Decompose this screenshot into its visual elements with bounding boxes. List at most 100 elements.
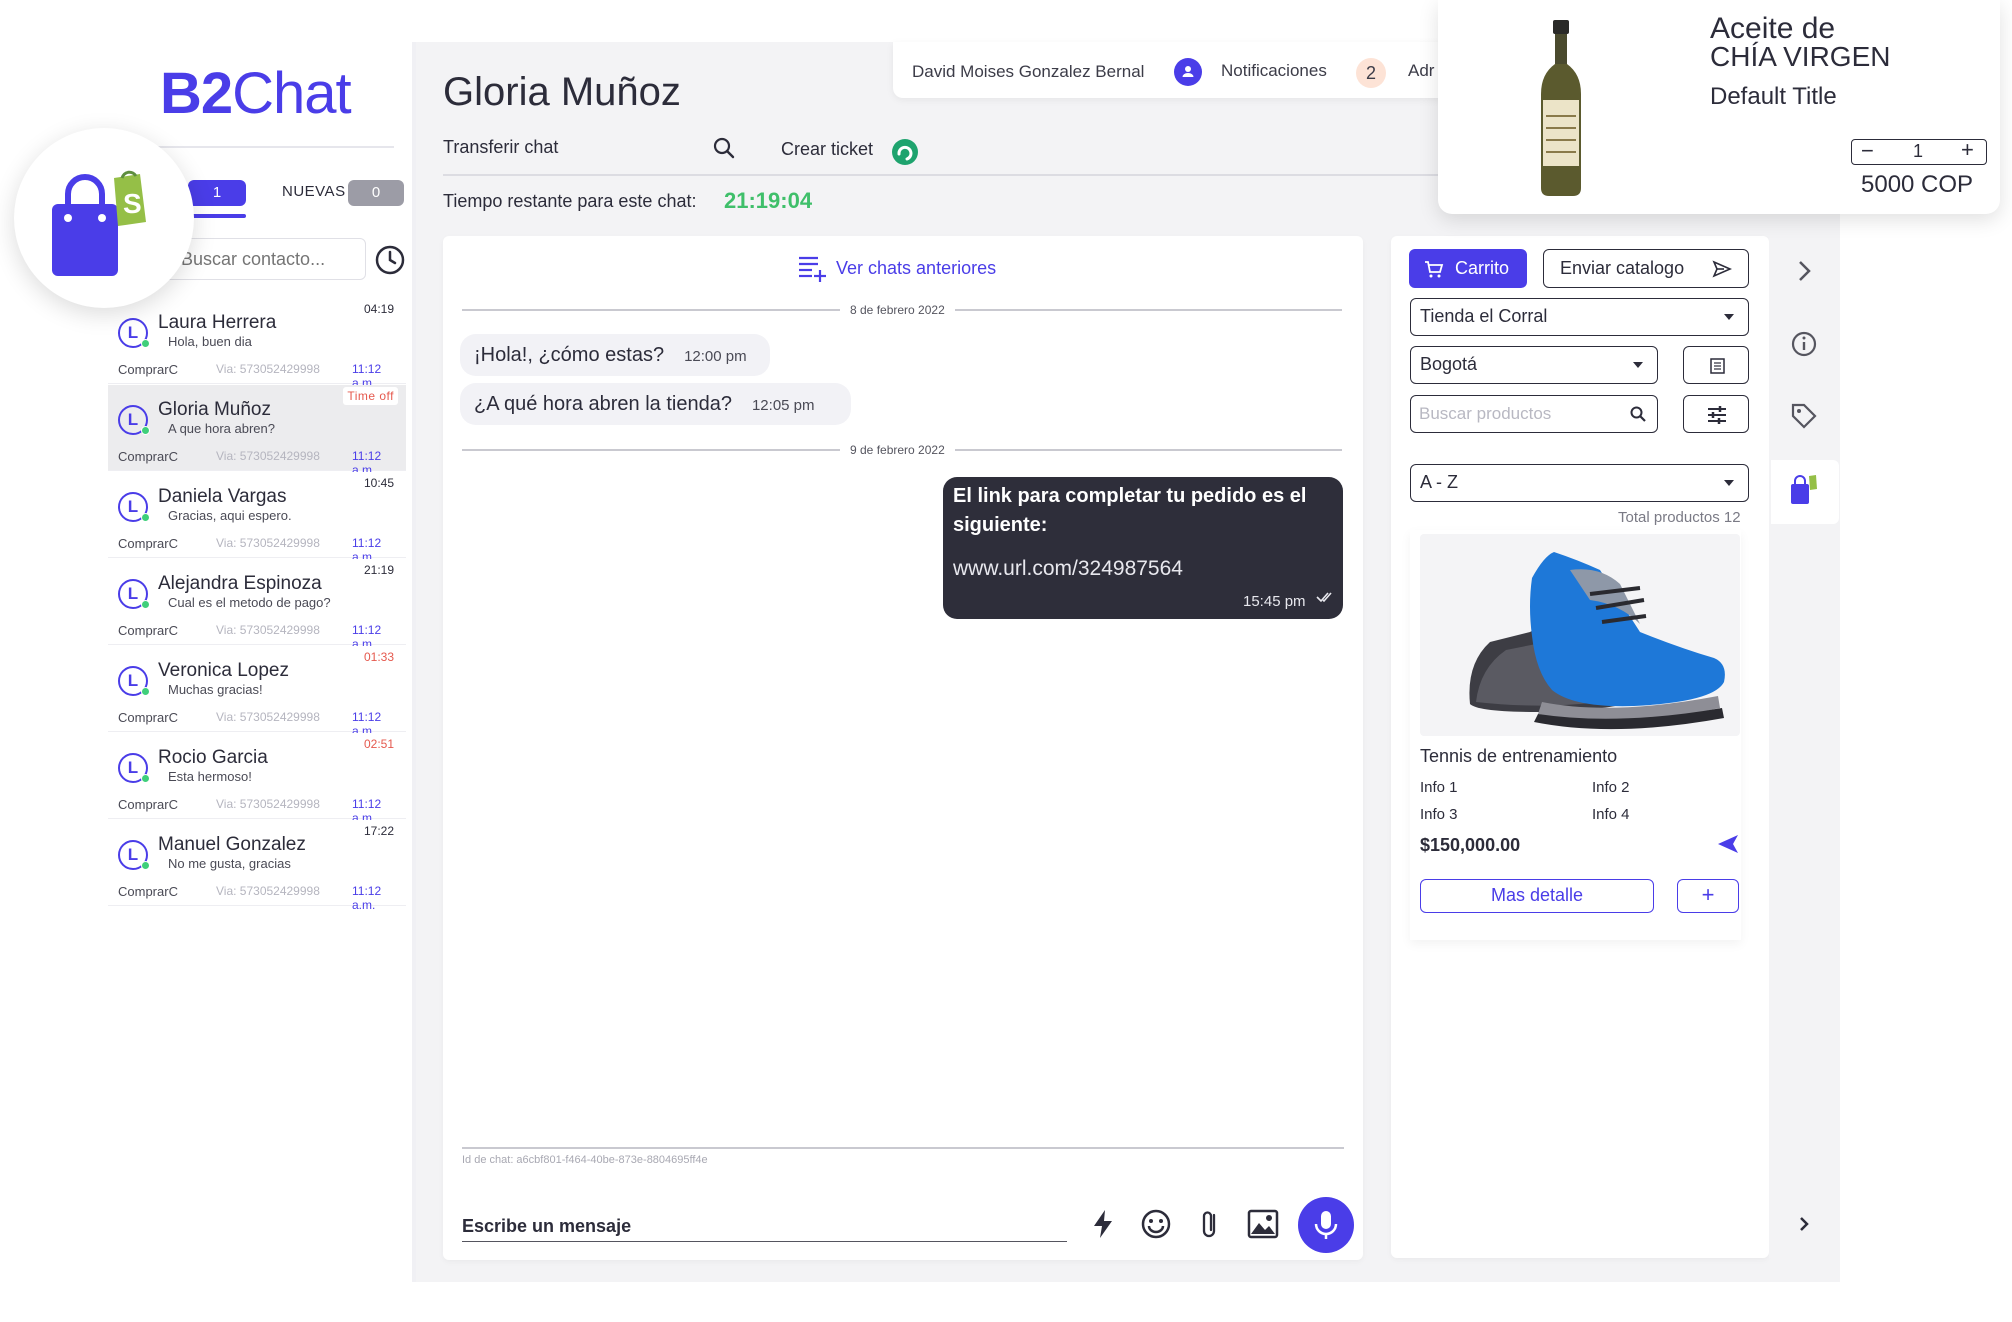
admin-label[interactable]: Adr bbox=[1408, 61, 1434, 81]
popup-title-line-2: CHÍA VIRGEN bbox=[1710, 41, 1891, 72]
outgoing-message-text: El link para completar tu pedido es el s… bbox=[953, 485, 1307, 536]
product-price: $150,000.00 bbox=[1420, 835, 1521, 855]
microphone-button[interactable] bbox=[1298, 1197, 1354, 1253]
shop-bag-icon bbox=[1791, 475, 1817, 504]
online-status-dot bbox=[141, 774, 150, 783]
contact-last-message: Esta hermoso! bbox=[168, 769, 252, 784]
notifications-label[interactable]: Notificaciones bbox=[1221, 61, 1327, 81]
popup-price: 5000 COP bbox=[1861, 171, 1974, 198]
contact-list-item[interactable]: L Alejandra Espinoza Cual es el metodo de … bbox=[108, 559, 406, 651]
ticket-app-icon[interactable] bbox=[891, 138, 919, 166]
send-icon bbox=[1712, 260, 1732, 278]
message-time: 12:05 pm bbox=[751, 397, 815, 414]
notifications-count-badge[interactable]: 2 bbox=[1356, 58, 1386, 88]
city-select[interactable]: Bogotá bbox=[1410, 346, 1658, 384]
contact-via: Via: 573052429998 bbox=[216, 710, 320, 724]
contact-name: Laura Herrera bbox=[158, 312, 277, 333]
contact-list-item[interactable]: L Manuel Gonzalez No me gusta, gracias 17:2… bbox=[108, 820, 406, 912]
quantity-value[interactable]: 1 bbox=[1913, 141, 1923, 162]
contact-name: Manuel Gonzalez bbox=[158, 834, 306, 855]
online-status-dot bbox=[141, 426, 150, 435]
attachment-icon[interactable] bbox=[1193, 1207, 1227, 1241]
more-detail-button[interactable]: Mas detalle bbox=[1420, 879, 1654, 913]
send-product-icon[interactable] bbox=[1716, 832, 1740, 856]
catalog-list-button[interactable] bbox=[1683, 346, 1749, 384]
playlist-add-icon[interactable] bbox=[796, 252, 828, 284]
store-select-value: Tienda el Corral bbox=[1420, 306, 1548, 326]
product-info: Info 3 bbox=[1420, 806, 1458, 823]
shopping-bag-icon: S bbox=[52, 170, 146, 276]
message-text: ¿A qué hora abren la tienda? bbox=[474, 393, 732, 415]
tab-new-label[interactable]: NUEVAS bbox=[282, 183, 346, 200]
transfer-chat-label[interactable]: Transferir chat bbox=[443, 137, 558, 158]
previous-chats-link[interactable]: Ver chats anteriores bbox=[836, 258, 996, 279]
sneaker-image bbox=[1469, 552, 1725, 730]
tab-new-count[interactable]: 0 bbox=[348, 180, 404, 206]
contact-name: Veronica Lopez bbox=[158, 660, 289, 681]
emoji-icon[interactable] bbox=[1139, 1207, 1173, 1241]
sort-select-value: A - Z bbox=[1420, 472, 1459, 492]
outgoing-message-link[interactable]: www.url.com/324987564 bbox=[953, 557, 1183, 581]
contact-time: Time off bbox=[343, 387, 398, 405]
contact-last-message: Gracias, aqui espero. bbox=[168, 508, 292, 523]
date-separator-label: 8 de febrero 2022 bbox=[840, 303, 955, 317]
total-products-label: Total productos 12 bbox=[1618, 509, 1741, 526]
info-icon[interactable] bbox=[1789, 329, 1819, 359]
remaining-time-label: Tiempo restante para este chat: bbox=[443, 191, 697, 211]
rail-shop-tab[interactable] bbox=[1771, 460, 1839, 524]
message-input[interactable] bbox=[462, 1212, 1067, 1242]
online-status-dot bbox=[141, 339, 150, 348]
search-icon[interactable] bbox=[712, 136, 736, 160]
contact-channel: ComprarC bbox=[118, 884, 178, 899]
quantity-increase-button[interactable]: + bbox=[1961, 137, 1974, 163]
incoming-message: ¿A qué hora abren la tienda? 12:05 pm bbox=[460, 383, 851, 425]
store-select[interactable]: Tienda el Corral bbox=[1410, 298, 1749, 336]
quantity-decrease-button[interactable]: − bbox=[1861, 138, 1874, 164]
svg-text:S: S bbox=[123, 188, 142, 219]
contact-time: 04:19 bbox=[359, 300, 398, 318]
contact-last-message: A que hora abren? bbox=[168, 421, 275, 436]
sort-select[interactable]: A - Z bbox=[1410, 464, 1749, 502]
b2chat-logo: B2Chat bbox=[160, 61, 352, 126]
shopify-badge: S bbox=[14, 128, 194, 308]
contact-list-item[interactable]: L Rocio Garcia Esta hermoso! 02:51 ComprarC V… bbox=[108, 733, 406, 825]
contact-time: 02:51 bbox=[359, 735, 398, 753]
create-ticket-label[interactable]: Crear ticket bbox=[781, 139, 873, 160]
contact-last-message: No me gusta, gracias bbox=[168, 856, 291, 871]
contact-time: 01:33 bbox=[359, 648, 398, 666]
tab-mine-underline bbox=[188, 214, 246, 218]
contact-name: Alejandra Espinoza bbox=[158, 573, 322, 594]
message-time: 12:00 pm bbox=[684, 348, 747, 365]
user-avatar[interactable] bbox=[1174, 58, 1202, 86]
city-select-value: Bogotá bbox=[1420, 354, 1478, 374]
remaining-time-value: 21:19:04 bbox=[724, 188, 813, 213]
user-name[interactable]: David Moises Gonzalez Bernal bbox=[912, 62, 1144, 82]
contact-name: Daniela Vargas bbox=[158, 486, 287, 507]
tag-icon[interactable] bbox=[1789, 401, 1819, 431]
contact-via: Via: 573052429998 bbox=[216, 623, 320, 637]
contact-list-item[interactable]: L Laura Herrera Hola, buen dia 04:19 Comprar… bbox=[108, 298, 406, 390]
contact-name: Gloria Muñoz bbox=[158, 399, 271, 420]
lightning-icon[interactable] bbox=[1086, 1207, 1120, 1241]
history-clock-icon[interactable] bbox=[374, 244, 406, 276]
contact-via: Via: 573052429998 bbox=[216, 884, 320, 898]
contact-list-item[interactable]: L Veronica Lopez Muchas gracias! 01:33 Compr… bbox=[108, 646, 406, 738]
product-search-input[interactable]: Buscar productos bbox=[1410, 395, 1658, 433]
contact-last-message: Cual es el metodo de pago? bbox=[168, 595, 331, 610]
chevron-right-icon[interactable] bbox=[1789, 1209, 1819, 1239]
header-divider bbox=[443, 174, 1443, 176]
tab-mine-count[interactable]: 1 bbox=[188, 180, 246, 206]
product-info: Info 1 bbox=[1420, 779, 1458, 796]
online-status-dot bbox=[141, 687, 150, 696]
contact-list-item[interactable]: L Gloria Muñoz A que hora abren? Time off Co… bbox=[108, 385, 406, 477]
image-icon[interactable] bbox=[1246, 1207, 1280, 1241]
add-product-button[interactable]: + bbox=[1677, 879, 1739, 913]
filter-button[interactable] bbox=[1683, 395, 1749, 433]
contact-timestamp: 11:12 a.m. bbox=[352, 884, 382, 912]
product-image[interactable] bbox=[1420, 534, 1740, 736]
chevron-right-icon[interactable] bbox=[1789, 256, 1819, 286]
contact-list-item[interactable]: L Daniela Vargas Gracias, aqui espero. 10:4… bbox=[108, 472, 406, 564]
contact-name: Rocio Garcia bbox=[158, 747, 268, 768]
search-icon[interactable] bbox=[1629, 405, 1647, 423]
filter-sliders-icon bbox=[1708, 406, 1726, 424]
